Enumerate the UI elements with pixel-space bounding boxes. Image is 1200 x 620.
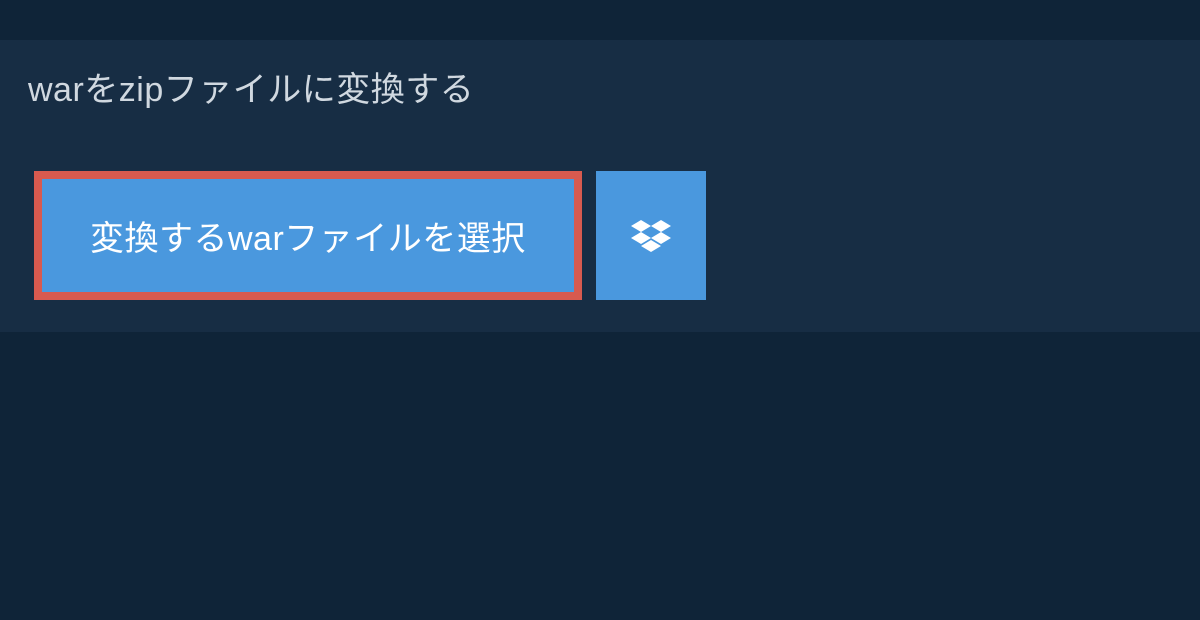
- tab-title: warをzipファイルに変換する: [28, 71, 474, 109]
- dropbox-button[interactable]: [596, 171, 706, 300]
- select-file-button[interactable]: 変換するwarファイルを選択: [34, 171, 582, 300]
- tab-convert[interactable]: warをzipファイルに変換する: [0, 40, 506, 133]
- button-row: 変換するwarファイルを選択: [0, 171, 1200, 300]
- converter-panel: warをzipファイルに変換する 変換するwarファイルを選択: [0, 40, 1200, 332]
- tab-container: warをzipファイルに変換する: [0, 40, 1200, 133]
- dropbox-icon: [631, 216, 671, 256]
- select-file-label: 変換するwarファイルを選択: [90, 211, 526, 260]
